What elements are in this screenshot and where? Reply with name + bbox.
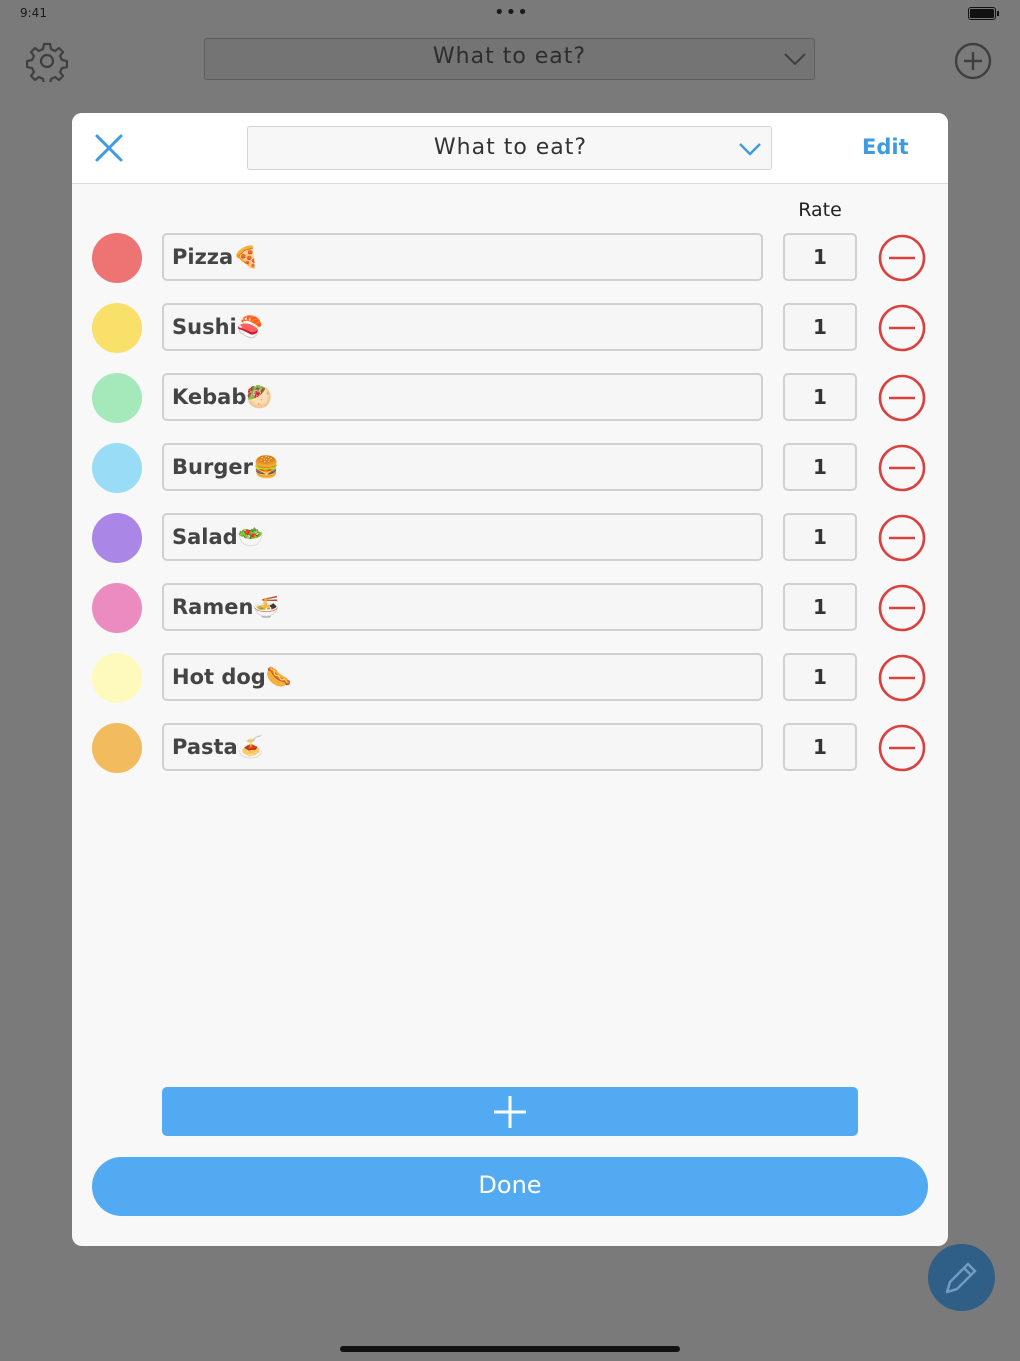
edit-fab-button[interactable] [928,1244,995,1311]
list-item [72,513,948,563]
list-item [72,723,948,773]
color-dot[interactable] [92,583,142,633]
done-button[interactable]: Done [92,1157,928,1216]
multitasking-dots[interactable]: ••• [494,2,529,23]
background-title: What to eat? [432,44,587,69]
item-rate-input[interactable] [783,233,857,281]
color-dot[interactable] [92,723,142,773]
list-title-select[interactable]: What to eat? [247,126,772,170]
remove-icon[interactable] [877,653,927,703]
remove-icon[interactable] [877,583,927,633]
color-dot[interactable] [92,653,142,703]
remove-icon[interactable] [877,233,927,283]
item-name-input[interactable] [162,443,763,491]
color-dot[interactable] [92,513,142,563]
item-rate-input[interactable] [783,303,857,351]
edit-list-modal: What to eat? Edit Rate Done [72,113,948,1246]
item-name-input[interactable] [162,373,763,421]
list-item [72,373,948,423]
list-title: What to eat? [433,135,588,160]
color-dot[interactable] [92,303,142,353]
item-rate-input[interactable] [783,513,857,561]
color-dot[interactable] [92,373,142,423]
modal-header: What to eat? Edit [72,113,948,184]
home-indicator [340,1346,680,1352]
item-rate-input[interactable] [783,443,857,491]
item-name-input[interactable] [162,723,763,771]
item-name-input[interactable] [162,653,763,701]
add-item-button[interactable] [162,1087,858,1136]
color-dot[interactable] [92,443,142,493]
remove-icon[interactable] [877,373,927,423]
plus-circle-icon[interactable] [952,40,994,82]
item-rate-input[interactable] [783,723,857,771]
remove-icon[interactable] [877,723,927,773]
item-name-input[interactable] [162,583,763,631]
edit-button[interactable]: Edit [862,135,909,159]
rate-column-header: Rate [798,199,842,221]
item-name-input[interactable] [162,513,763,561]
pencil-icon [945,1262,977,1294]
list-item [72,653,948,703]
close-icon[interactable] [94,133,124,163]
plus-icon [494,1096,526,1128]
remove-icon[interactable] [877,443,927,493]
battery-tip [997,11,999,16]
item-rate-input[interactable] [783,373,857,421]
color-dot[interactable] [92,233,142,283]
chevron-down-icon [784,53,806,66]
status-time: 9:41 [20,6,47,20]
item-rate-input[interactable] [783,583,857,631]
list-item [72,443,948,493]
item-name-input[interactable] [162,233,763,281]
chevron-down-icon [739,143,761,156]
battery-icon [968,7,996,20]
item-name-input[interactable] [162,303,763,351]
gear-icon[interactable] [26,40,68,82]
list-item [72,303,948,353]
item-rate-input[interactable] [783,653,857,701]
remove-icon[interactable] [877,303,927,353]
remove-icon[interactable] [877,513,927,563]
done-label: Done [478,1171,542,1199]
list-item [72,583,948,633]
list-item [72,233,948,283]
